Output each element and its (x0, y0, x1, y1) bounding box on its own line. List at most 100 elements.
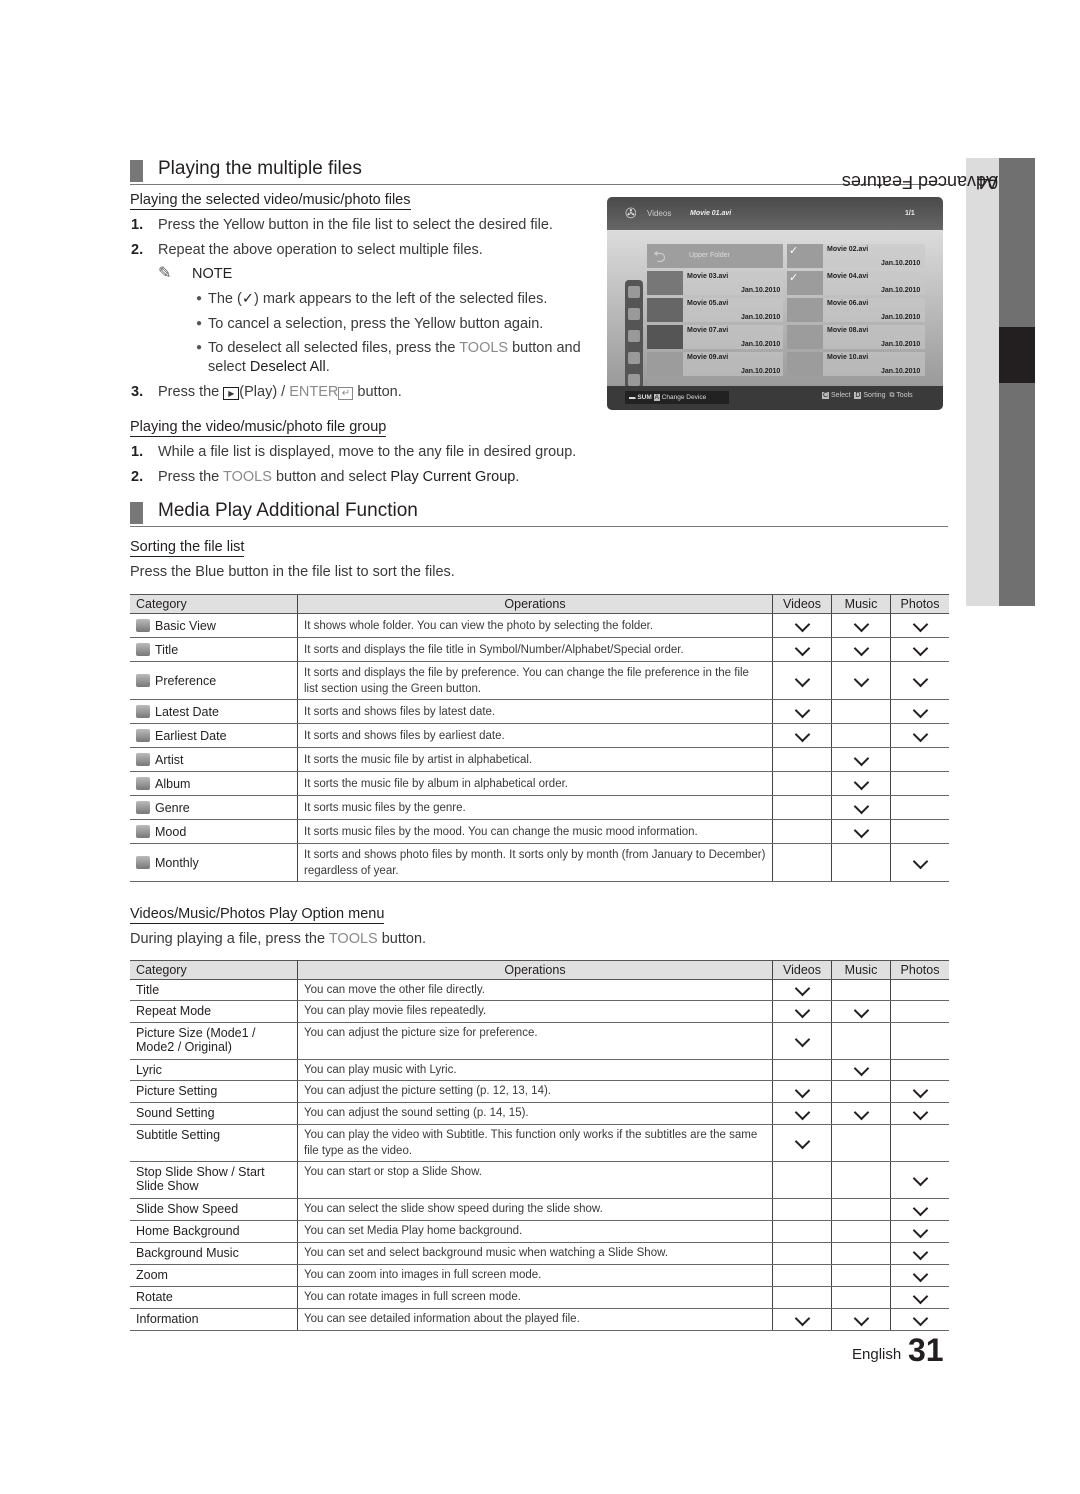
column-header: Operations (297, 960, 773, 980)
tv-page-indicator: 1/1 (905, 210, 915, 217)
tv-file-item[interactable]: ✓ Movie 04.avi Jan.10.2010 (787, 271, 925, 295)
check-cell (831, 637, 891, 662)
table-row: Mood It sorts music files by the mood. Yo… (130, 819, 949, 844)
check-cell (831, 1059, 891, 1081)
empty-cell (890, 819, 949, 844)
subsection-title: Playing the video/music/photo file group (130, 419, 387, 437)
operation-cell: You can start or stop a Slide Show. (297, 1161, 773, 1199)
page-number: 31 (908, 1332, 944, 1368)
tv-file-item[interactable]: Movie 10.avi Jan.10.2010 (787, 352, 925, 376)
section-header-multiple-files: Playing the multiple files (130, 158, 948, 185)
empty-cell (890, 771, 949, 796)
operation-cell: It sorts and shows files by earliest dat… (297, 723, 773, 748)
table-row: Genre It sorts music files by the genre. (130, 795, 949, 820)
empty-cell (890, 747, 949, 772)
film-reel-icon: ✇ (625, 205, 637, 221)
check-cell (772, 613, 832, 638)
operation-cell: It sorts the music file by artist in alp… (297, 747, 773, 772)
tv-upper-folder-label: Upper Folder (689, 252, 730, 259)
checkmark-icon (853, 822, 869, 838)
table-row: Sound Setting You can adjust the sound se… (130, 1102, 949, 1125)
operation-cell: You can see detailed information about t… (297, 1308, 773, 1331)
category-label: Mood (155, 824, 187, 839)
tv-selected-check-icon: ✓ (789, 245, 799, 257)
category-label: Genre (155, 800, 190, 815)
category-label: Home Background (136, 1224, 240, 1238)
category-label: Rotate (136, 1290, 173, 1304)
tv-file-item[interactable]: Movie 03.avi Jan.10.2010 (647, 271, 783, 295)
tv-sort-sidebar (625, 280, 643, 395)
checkmark-icon (912, 1266, 928, 1282)
checkmark-icon (794, 671, 810, 687)
check-cell (890, 1102, 949, 1125)
tv-current-file: Movie 01.avi (690, 210, 732, 217)
check-cell (772, 699, 832, 724)
category-cell: Preference (130, 661, 298, 700)
column-header: Operations (297, 594, 773, 614)
empty-cell (772, 795, 832, 820)
table-row: Picture Size (Mode1 / Mode2 / Original) Y… (130, 1022, 949, 1060)
step-number: 2. (131, 242, 144, 258)
intro-text: During playing a file, press the TOOLS b… (130, 931, 427, 947)
checkmark-icon (794, 980, 810, 997)
category-cell: Basic View (130, 613, 298, 638)
tv-file-item[interactable]: Movie 08.avi Jan.10.2010 (787, 325, 925, 349)
tools-icon: ⧉ (889, 392, 895, 399)
step-text: While a file list is displayed, move to … (158, 444, 577, 460)
operation-cell: You can rotate images in full screen mod… (297, 1286, 773, 1309)
step-number: 3. (131, 384, 144, 400)
empty-cell (831, 1124, 891, 1162)
section-header-additional-function: Media Play Additional Function (130, 500, 948, 527)
play-option-table: Category Operations Videos Music Photos … (130, 960, 949, 1331)
empty-cell (772, 771, 832, 796)
tv-file-item[interactable]: Movie 05.avi Jan.10.2010 (647, 298, 783, 322)
operation-cell: You can adjust the picture size for pref… (297, 1022, 773, 1060)
column-header: Videos (772, 960, 832, 980)
subsection-title: Videos/Music/Photos Play Option menu (130, 906, 385, 924)
table-row: Lyric You can play music with Lyric. (130, 1059, 949, 1081)
empty-cell (890, 1000, 949, 1023)
step-text: Repeat the above operation to select mul… (158, 242, 483, 258)
table-row: Repeat Mode You can play movie files repe… (130, 1000, 949, 1023)
empty-cell (831, 979, 891, 1001)
category-cell: Rotate (130, 1286, 298, 1309)
tv-header: ✇ Videos Movie 01.avi 1/1 (607, 197, 943, 230)
category-cell: Sound Setting (130, 1102, 298, 1125)
empty-cell (772, 1286, 832, 1309)
tv-file-item[interactable]: Movie 07.avi Jan.10.2010 (647, 325, 783, 349)
checkmark-icon (912, 853, 928, 869)
checkmark-icon (912, 1170, 928, 1187)
subsection-title: Playing the selected video/music/photo f… (130, 192, 411, 210)
check-cell (831, 1308, 891, 1331)
play-button-icon: ▶ (223, 387, 240, 400)
check-cell (772, 661, 832, 700)
check-cell (831, 747, 891, 772)
category-cell: Lyric (130, 1059, 298, 1081)
step-number: 2. (131, 469, 144, 485)
checkmark-icon (912, 1222, 928, 1238)
category-cell: Mood (130, 819, 298, 844)
category-label: Earliest Date (155, 728, 227, 743)
checkmark-icon (794, 640, 810, 656)
check-cell (772, 637, 832, 662)
calendar-earliest-icon (136, 728, 150, 742)
category-cell: Picture Setting (130, 1080, 298, 1103)
table-row: Slide Show Speed You can select the slide… (130, 1198, 949, 1221)
empty-cell (831, 843, 891, 882)
checkmark-icon (853, 1002, 869, 1018)
tv-file-item[interactable]: ✓ Movie 02.avi Jan.10.2010 (787, 244, 925, 268)
album-icon (136, 776, 150, 790)
table-row: Preference It sorts and displays the file… (130, 661, 949, 700)
tv-upper-folder[interactable]: ⮌ Upper Folder (647, 244, 783, 268)
category-label: Background Music (136, 1246, 239, 1260)
tv-file-item[interactable]: Movie 09.avi Jan.10.2010 (647, 352, 783, 376)
operation-cell: It sorts and shows files by latest date. (297, 699, 773, 724)
chapter-tab-marker (999, 327, 1035, 383)
calendar-latest-icon (136, 704, 150, 718)
column-header: Category (130, 594, 298, 614)
tv-selected-check-icon: ✓ (789, 272, 799, 284)
tv-file-item[interactable]: Movie 06.avi Jan.10.2010 (787, 298, 925, 322)
check-cell (772, 1124, 832, 1162)
tv-change-device[interactable]: ▬ SUM A Change Device (625, 391, 729, 404)
operation-cell: You can select the slide show speed duri… (297, 1198, 773, 1221)
